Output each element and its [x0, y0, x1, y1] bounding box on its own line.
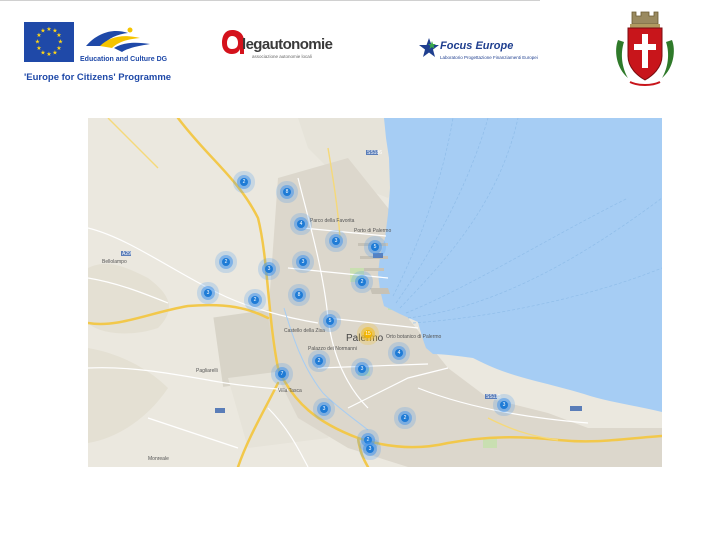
map-cluster-marker[interactable]: 3 [332, 237, 340, 245]
map-cluster-marker[interactable]: 7 [278, 370, 286, 378]
place-pagliarelli: Pagliarelli [196, 368, 218, 374]
map-cluster-marker[interactable]: 2 [358, 278, 366, 286]
map-cluster-marker[interactable]: 3 [265, 265, 273, 273]
map-cluster-marker[interactable]: 8 [283, 188, 291, 196]
map-cluster-marker[interactable]: 2 [251, 296, 259, 304]
map-cluster-marker[interactable]: 5 [326, 317, 334, 325]
map-cluster-marker[interactable]: 3 [500, 401, 508, 409]
top-divider-line [0, 0, 540, 1]
map-cluster-marker[interactable]: 2 [222, 258, 230, 266]
legautonomie-subtitle: associazione autonomie locali [252, 54, 312, 59]
map-cluster-marker[interactable]: 3 [320, 405, 328, 413]
road-a29-label: A29 [122, 251, 131, 257]
svg-text:★: ★ [46, 26, 51, 33]
eu-logo: ★ ★ ★ ★ ★ ★ ★ ★ ★ ★ ★ ★ Education and Culture DG… [24, 22, 194, 84]
map-cluster-marker[interactable]: 3 [366, 445, 374, 453]
focus-europe-logo: Focus Europe Laboratorio Progettazione F… [418, 38, 548, 68]
palermo-map[interactable]: Bellolampo Monreale Palermo Palazzo dei … [88, 118, 662, 467]
map-cluster-marker-highlight[interactable]: 15 [364, 330, 372, 338]
place-porto: Porto di Palermo [354, 228, 392, 234]
legautonomie-logo: legautonomie associazione autonomie loca… [220, 28, 360, 64]
eu-program-label: Education and Culture DG [80, 56, 168, 63]
place-orto-botanico: Orto botanico di Palermo [386, 334, 442, 340]
place-monreale: Monreale [148, 456, 169, 462]
map-base-layer [88, 118, 662, 467]
legautonomie-wordmark: legautonomie [242, 36, 333, 53]
map-cluster-marker[interactable]: 2 [315, 357, 323, 365]
map-cluster-marker[interactable]: 3 [299, 258, 307, 266]
place-palazzo-normanni: Palazzo dei Normanni [308, 346, 357, 352]
map-cluster-marker[interactable]: 2 [364, 436, 372, 444]
svg-text:★: ★ [52, 50, 57, 57]
map-cluster-marker[interactable]: 3 [204, 289, 212, 297]
eu-program-caption: 'Europe for Citizens' Programme [24, 72, 172, 83]
legautonomie-a-icon [220, 28, 244, 56]
focus-europe-wordmark: Focus Europe [440, 40, 514, 52]
map-cluster-marker[interactable]: 2 [240, 178, 248, 186]
place-parco-favorita: Parco della Favorita [310, 218, 355, 224]
map-cluster-marker[interactable]: 4 [297, 220, 305, 228]
focus-europe-subtitle: Laboratorio Progettazione Finanziamenti … [440, 55, 538, 60]
svg-text:★: ★ [35, 39, 40, 46]
map-cluster-marker[interactable]: 8 [295, 291, 303, 299]
svg-text:★: ★ [40, 28, 45, 35]
svg-text:★: ★ [36, 45, 41, 52]
city-coat-of-arms-icon [612, 10, 678, 88]
map-cluster-marker[interactable]: 3 [358, 365, 366, 373]
map-cluster-marker[interactable]: 4 [395, 349, 403, 357]
map-cluster-marker[interactable]: 2 [401, 414, 409, 422]
place-bellolampo: Bellolampo [102, 259, 127, 265]
place-villa-tasca: Villa Tasca [278, 388, 302, 394]
road-ss113-label: SS113 [486, 394, 501, 400]
svg-text:★: ★ [46, 51, 51, 58]
road-ss186-label: SS186 [367, 150, 383, 156]
eu-flag-icon: ★ ★ ★ ★ ★ ★ ★ ★ ★ ★ ★ ★ [24, 22, 74, 62]
map-cluster-marker[interactable]: 5 [371, 243, 379, 251]
place-castello-zisa: Castello della Zisa [284, 328, 325, 334]
focus-europe-star-icon [418, 37, 440, 59]
